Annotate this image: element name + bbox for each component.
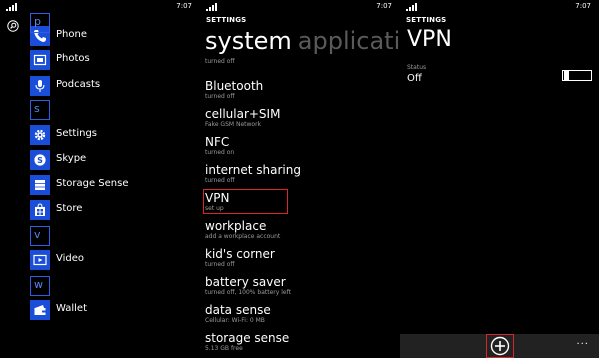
app-item-settings[interactable]: Settings bbox=[30, 125, 200, 145]
setting-item-partial[interactable]: turned off bbox=[205, 58, 395, 65]
setting-item-workplace[interactable]: workplace add a workplace account bbox=[205, 219, 395, 240]
setting-name: workplace bbox=[205, 219, 267, 233]
setting-item-cellular-sim[interactable]: cellular+SIM Fake GSM Network bbox=[205, 107, 395, 128]
page-header: SETTINGS bbox=[206, 16, 247, 24]
setting-status: Fake GSM Network bbox=[205, 121, 262, 128]
setting-item-storage-sense[interactable]: storage sense 5.13 GB free bbox=[205, 331, 395, 352]
app-item-podcasts[interactable]: Podcasts bbox=[30, 76, 200, 96]
setting-status: turned off bbox=[205, 177, 235, 184]
app-item-storage-sense[interactable]: Storage Sense bbox=[30, 175, 200, 195]
search-icon[interactable] bbox=[7, 17, 19, 32]
svg-text:S: S bbox=[37, 156, 43, 165]
app-item-store[interactable]: Store bbox=[30, 200, 200, 220]
vpn-highlight-box bbox=[203, 189, 288, 214]
app-bar: ... bbox=[400, 334, 599, 358]
pivot-applications[interactable]: applications bbox=[298, 27, 400, 55]
setting-name: internet sharing bbox=[205, 163, 301, 177]
app-label: Storage Sense bbox=[56, 178, 129, 189]
photos-icon bbox=[30, 50, 50, 70]
setting-item-kid-s-corner[interactable]: kid's corner turned off bbox=[205, 247, 395, 268]
signal-icon bbox=[6, 3, 20, 11]
storage-icon bbox=[30, 175, 50, 195]
setting-name: battery saver bbox=[205, 275, 286, 289]
setting-item-bluetooth[interactable]: Bluetooth turned off bbox=[205, 79, 395, 100]
setting-item-internet-sharing[interactable]: internet sharing turned off bbox=[205, 163, 395, 184]
setting-status: 5.13 GB free bbox=[205, 345, 243, 352]
setting-name: kid's corner bbox=[205, 247, 275, 261]
letter-group-v[interactable]: v bbox=[30, 226, 50, 246]
app-label: Phone bbox=[56, 29, 87, 40]
setting-item-data-sense[interactable]: data sense Cellular: Wi-Fi: 0 MB bbox=[205, 303, 395, 324]
letter-group-w[interactable]: w bbox=[30, 276, 50, 296]
letter-label: p bbox=[34, 15, 41, 28]
setting-name: storage sense bbox=[205, 331, 290, 345]
podcasts-icon bbox=[30, 76, 50, 96]
app-item-phone[interactable]: Phone bbox=[30, 26, 200, 46]
app-item-wallet[interactable]: Wallet bbox=[30, 300, 200, 320]
video-icon bbox=[30, 250, 50, 270]
status-label: Status bbox=[407, 64, 427, 71]
status-time: 7:07 bbox=[575, 2, 591, 10]
letter-label: w bbox=[34, 278, 43, 291]
more-options-icon[interactable]: ... bbox=[576, 336, 589, 347]
status-bar: 7:07 bbox=[400, 0, 599, 14]
letter-label: v bbox=[34, 228, 41, 241]
app-label: Podcasts bbox=[56, 79, 101, 90]
app-label: Wallet bbox=[56, 303, 88, 314]
app-label: Photos bbox=[56, 53, 90, 64]
skype-icon: S bbox=[30, 150, 50, 170]
setting-item-battery-saver[interactable]: battery saver turned off, 100% battery le… bbox=[205, 275, 395, 296]
app-list-screen: 7:07 Phone p Photos Podcasts s Settings S Skype… bbox=[0, 0, 200, 358]
app-label: Store bbox=[56, 203, 83, 214]
app-label: Skype bbox=[56, 153, 87, 164]
page-title: VPN bbox=[407, 27, 452, 52]
setting-status: turned on bbox=[205, 149, 235, 156]
setting-name: Bluetooth bbox=[205, 79, 264, 93]
setting-status: turned off bbox=[205, 261, 235, 268]
status-time: 7:07 bbox=[376, 2, 392, 10]
app-label: Settings bbox=[56, 128, 98, 139]
setting-status: turned off, 100% battery left bbox=[205, 289, 291, 296]
setting-status: turned off bbox=[205, 58, 235, 65]
vpn-screen: 7:07 SETTINGS VPN Status Off ... bbox=[400, 0, 599, 358]
gear-icon bbox=[30, 125, 50, 145]
toggle-knob bbox=[564, 71, 569, 80]
setting-name: NFC bbox=[205, 135, 230, 149]
app-list: Phone p Photos Podcasts s Settings S Skype Stora… bbox=[30, 0, 200, 358]
app-item-skype[interactable]: S Skype bbox=[30, 150, 200, 170]
setting-name: cellular+SIM bbox=[205, 107, 281, 121]
letter-group-p[interactable]: p bbox=[30, 13, 50, 33]
pivot-system[interactable]: system bbox=[205, 27, 292, 55]
status-bar: 7:07 bbox=[200, 0, 400, 14]
store-icon bbox=[30, 200, 50, 220]
vpn-toggle[interactable] bbox=[562, 70, 592, 81]
setting-status: turned off bbox=[205, 93, 235, 100]
app-item-video[interactable]: Video bbox=[30, 250, 200, 270]
signal-icon bbox=[406, 3, 420, 11]
app-item-photos[interactable]: Photos bbox=[30, 50, 200, 70]
setting-status: Cellular: Wi-Fi: 0 MB bbox=[205, 317, 265, 324]
page-header: SETTINGS bbox=[406, 16, 447, 24]
add-highlight-box bbox=[486, 334, 514, 358]
setting-name: data sense bbox=[205, 303, 271, 317]
letter-group-s[interactable]: s bbox=[30, 100, 50, 120]
setting-status: add a workplace account bbox=[205, 233, 281, 240]
setting-item-nfc[interactable]: NFC turned on bbox=[205, 135, 395, 156]
status-value: Off bbox=[407, 73, 422, 84]
signal-icon bbox=[206, 3, 220, 11]
letter-label: s bbox=[34, 102, 40, 115]
app-label: Video bbox=[56, 253, 85, 264]
pivot-header: systemapplications bbox=[205, 26, 400, 56]
settings-screen: 7:07 SETTINGS systemapplications turned … bbox=[200, 0, 400, 358]
wallet-icon bbox=[30, 300, 50, 320]
